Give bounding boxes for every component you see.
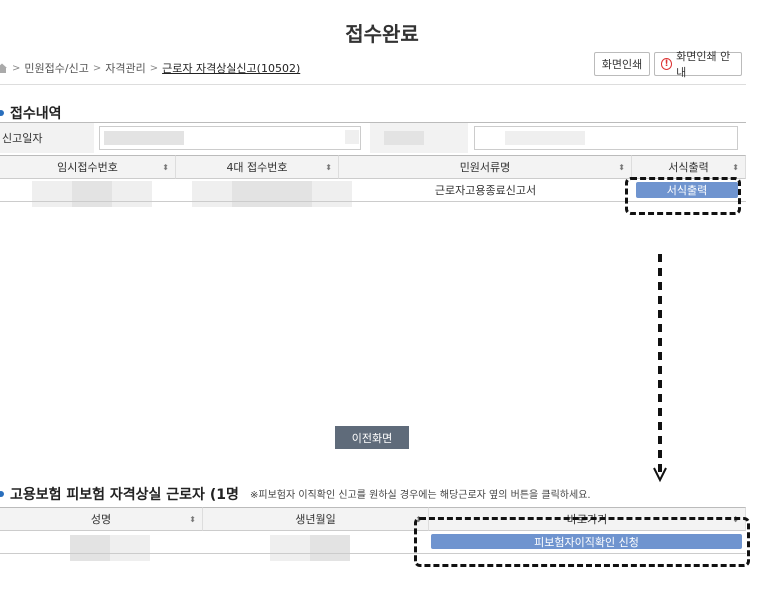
report-date-input[interactable] <box>99 126 361 150</box>
section-workers-label: 고용보험 피보험 자격상실 근로자 (1명 <box>10 487 239 503</box>
print-guide-button[interactable]: ! 화면인쇄 안내 <box>654 50 742 79</box>
masked-value <box>505 131 585 145</box>
masked-value <box>104 131 184 145</box>
screen-print-button[interactable]: 화면인쇄 <box>594 52 650 76</box>
masked-mark <box>345 130 359 144</box>
section-workers-title: 고용보험 피보험 자격상실 근로자 (1명 <box>0 484 239 504</box>
breadcrumb-separator: > <box>92 62 102 74</box>
col-4major-receipt-no[interactable]: 4대 접수번호 ⬍ <box>176 155 339 179</box>
section-workers-note: ※피보험자 이직확인 신고를 원하실 경우에는 해당근로자 옆의 버튼을 클릭하… <box>250 490 591 501</box>
masked-label <box>384 131 424 145</box>
sort-icon[interactable]: ⬍ <box>618 163 625 172</box>
col-birthdate[interactable]: 생년월일 ⬍ <box>203 507 429 531</box>
masked-name <box>70 535 110 561</box>
field-label-masked <box>370 123 468 153</box>
home-icon[interactable] <box>0 62 8 74</box>
breadcrumb-separator: > <box>12 62 21 74</box>
masked-name-part <box>110 535 150 561</box>
col-label: 서식출력 <box>668 161 709 174</box>
col-label: 생년월일 <box>295 513 336 526</box>
breadcrumb: > 민원접수/신고 > 자격관리 > 근로자 자격상실신고(10502) <box>0 60 300 76</box>
breadcrumb-item-civil[interactable]: 민원접수/신고 <box>24 60 88 76</box>
section-receipt-label: 접수내역 <box>10 106 62 122</box>
col-label: 임시접수번호 <box>57 161 118 174</box>
col-document-name[interactable]: 민원서류명 ⬍ <box>339 155 632 179</box>
sort-icon[interactable]: ⬍ <box>732 163 739 172</box>
col-label: 4대 접수번호 <box>226 161 288 174</box>
masked-4major-no-part <box>232 181 312 207</box>
prev-screen-button[interactable]: 이전화면 <box>335 426 409 449</box>
sort-icon[interactable]: ⬍ <box>189 515 196 524</box>
breadcrumb-item-qualification[interactable]: 자격관리 <box>105 60 145 76</box>
print-guide-label: 화면인쇄 안내 <box>676 50 731 79</box>
report-date-label: 신고일자 <box>0 123 94 153</box>
col-label: 성명 <box>90 513 112 526</box>
masked-birthdate-part <box>310 535 350 561</box>
highlight-box-separation-confirm <box>414 517 750 567</box>
page-title: 접수완료 <box>345 22 419 46</box>
header-divider <box>0 84 746 85</box>
report-number-input[interactable] <box>474 126 738 150</box>
masked-temp-no-part <box>72 181 112 207</box>
breadcrumb-separator: > <box>149 62 159 74</box>
warning-icon: ! <box>661 58 673 70</box>
col-temp-receipt-no[interactable]: 임시접수번호 ⬍ <box>0 155 176 179</box>
col-form-output[interactable]: 서식출력 ⬍ <box>632 155 746 179</box>
col-label: 민원서류명 <box>459 161 511 174</box>
bullet-icon <box>0 110 4 116</box>
sort-icon[interactable]: ⬍ <box>162 163 169 172</box>
document-name-cell: 근로자고용종료신고서 <box>434 184 537 197</box>
sort-icon[interactable]: ⬍ <box>325 163 332 172</box>
breadcrumb-item-current[interactable]: 근로자 자격상실신고(10502) <box>162 60 300 76</box>
masked-birthdate <box>270 535 310 561</box>
highlight-box-form-output <box>625 177 741 215</box>
section-receipt-title: 접수내역 <box>0 103 62 123</box>
bullet-icon <box>0 491 4 497</box>
arrow-down-icon <box>653 254 667 483</box>
col-name[interactable]: 성명 ⬍ <box>0 507 203 531</box>
